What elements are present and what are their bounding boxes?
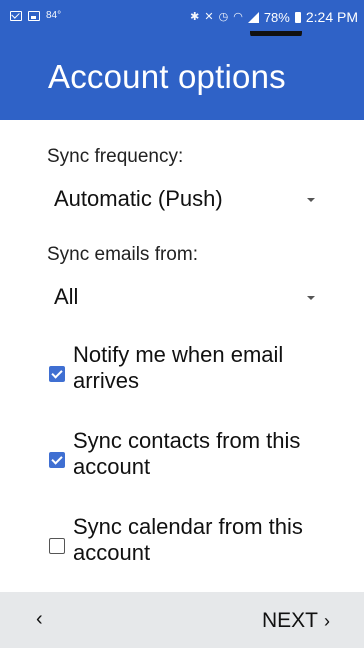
next-button[interactable]: NEXT › [262,606,330,636]
sync-frequency-label: Sync frequency: [47,146,184,167]
signal-icon [247,11,259,23]
sync-emails-from-value: All [54,284,79,309]
caret-down-icon [307,296,315,300]
alarm-icon: ◷ [218,11,229,23]
next-label: NEXT [261,609,318,632]
sync-frequency-dropdown[interactable]: Automatic (Push) [47,182,327,216]
sync-calendar-checkbox[interactable] [49,538,65,554]
bluetooth-icon: ✱ [190,11,200,23]
battery-icon [294,11,301,23]
chevron-left-icon: ‹ [36,608,43,630]
sync-contacts-option[interactable]: Sync contacts from this account [47,428,337,484]
status-bar: 84° ✱ ✕ ◷ ◠ 78% 2:24 PM [0,0,364,39]
sync-calendar-label: Sync calendar from this account [73,514,303,565]
sync-emails-from-label: Sync emails from: [47,244,198,265]
bottom-navigation-bar: ‹ NEXT › [0,592,364,648]
sync-contacts-label: Sync contacts from this account [73,428,301,479]
status-left: 84° [10,10,61,21]
gallery-notification-icon [28,10,40,21]
email-notification-icon [10,10,22,21]
screen: 84° ✱ ✕ ◷ ◠ 78% 2:24 PM Account options … [0,0,364,648]
notify-email-label: Notify me when email arrives [73,342,284,393]
sync-frequency-value: Automatic (Push) [54,186,223,211]
app-bar: Account options [0,36,364,120]
clock: 2:24 PM [305,9,358,25]
sync-contacts-checkbox[interactable] [49,452,65,468]
wifi-icon: ◠ [233,11,243,23]
notify-email-option[interactable]: Notify me when email arrives [47,342,337,398]
battery-percent: 78% [263,9,290,25]
status-right: ✱ ✕ ◷ ◠ 78% 2:24 PM [190,9,358,25]
page-title: Account options [48,58,286,95]
caret-down-icon [307,198,315,202]
temperature: 84° [46,10,62,21]
chevron-right-icon: › [324,610,330,631]
sync-emails-from-dropdown[interactable]: All [47,280,327,314]
mute-icon: ✕ [204,11,214,23]
notify-email-checkbox[interactable] [49,366,65,382]
sync-calendar-option[interactable]: Sync calendar from this account [47,514,337,570]
back-button[interactable]: ‹ [36,606,66,636]
